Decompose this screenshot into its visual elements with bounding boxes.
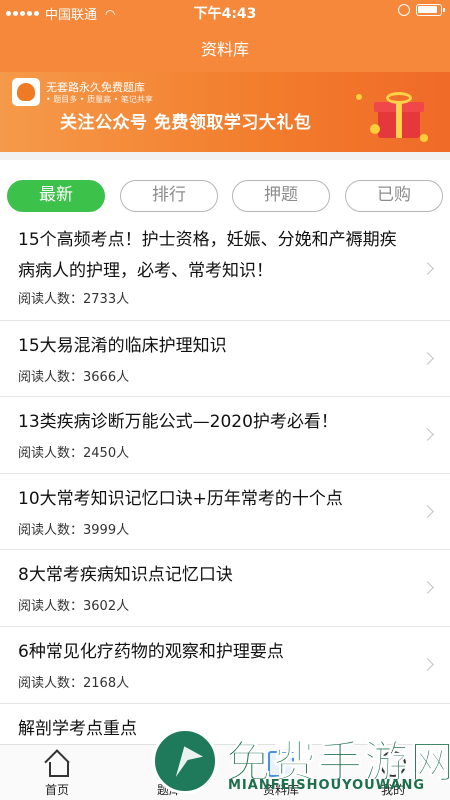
tabbar-label: 首页 [44,783,69,797]
read-count: 阅读人数：3999人 [18,523,130,538]
rotation-lock-icon [398,4,410,16]
status-bar: 中国联通 ◠ 下午4:43 [0,0,450,24]
article-title: 10大常考知识记忆口诀+历年常考的十个点 [18,489,343,509]
list-item[interactable]: 6种常见化疗药物的观察和护理要点 阅读人数：2168人 [0,627,450,704]
chevron-right-icon [421,352,434,365]
fox-logo-icon [12,78,40,106]
read-count: 阅读人数：2450人 [18,446,130,461]
chevron-right-icon [421,428,434,441]
section-divider [0,152,450,160]
article-title: 15个高频考点！护士资格，妊娠、分娩和产褥期疾病病人的护理，必考、常考知识！ [18,230,397,281]
coin-icon [356,94,362,100]
read-count: 阅读人数：3602人 [18,599,130,614]
read-count: 阅读人数：2733人 [18,292,130,307]
tabbar-home[interactable]: 首页 [12,749,102,798]
page-title: 资料库 [200,40,249,59]
tab-predicted-questions[interactable]: 押题 [232,180,330,212]
article-title: 15大易混淆的临床护理知识 [18,336,227,356]
banner-brand: 无套路永久免费题库 [46,81,145,94]
tab-purchased[interactable]: 已购 [345,180,443,212]
top-bar: 中国联通 ◠ 下午4:43 资料库 [0,0,450,72]
read-count: 阅读人数：3666人 [18,370,130,385]
list-item[interactable]: 15个高频考点！护士资格，妊娠、分娩和产褥期疾病病人的护理，必考、常考知识！ 阅… [0,220,450,321]
chevron-right-icon [421,262,434,275]
article-title: 6种常见化疗药物的观察和护理要点 [18,642,284,662]
tab-latest[interactable]: 最新 [7,180,105,212]
read-count: 阅读人数：2168人 [18,676,130,691]
status-right [398,4,445,16]
list-item[interactable]: 8大常考疾病知识点记忆口诀 阅读人数：3602人 [0,550,450,627]
filter-tabs: 最新 排行 押题 已购 [0,180,450,214]
article-title: 8大常考疾病知识点记忆口诀 [18,565,233,585]
chevron-right-icon [421,581,434,594]
status-time: 下午4:43 [193,6,257,22]
watermark-subtext: MIANFEISHOUYOUWANG [228,778,426,793]
chevron-right-icon [421,658,434,671]
list-item[interactable]: 13类疾病诊断万能公式—2020护考必看！ 阅读人数：2450人 [0,397,450,474]
tab-ranking[interactable]: 排行 [120,180,218,212]
home-icon [44,751,70,777]
chevron-right-icon [421,505,434,518]
watermark: 免费手游网 MIANFEISHOUYOUWANG [150,712,450,800]
promo-banner[interactable]: 无套路永久免费题库 • 题目多 • 质量高 • 笔记共享 关注公众号 免费领取学… [0,72,450,152]
coin-icon [420,134,428,142]
coin-icon [370,124,380,134]
watermark-logo-icon [152,728,218,794]
gift-box-icon [372,92,428,140]
list-item[interactable]: 10大常考知识记忆口诀+历年常考的十个点 阅读人数：3999人 [0,474,450,550]
banner-slogan: 关注公众号 免费领取学习大礼包 [60,113,312,133]
battery-icon [416,4,445,16]
list-item[interactable]: 15大易混淆的临床护理知识 阅读人数：3666人 [0,321,450,397]
banner-tags: • 题目多 • 质量高 • 笔记共享 [46,95,153,104]
article-title: 13类疾病诊断万能公式—2020护考必看！ [18,412,338,432]
